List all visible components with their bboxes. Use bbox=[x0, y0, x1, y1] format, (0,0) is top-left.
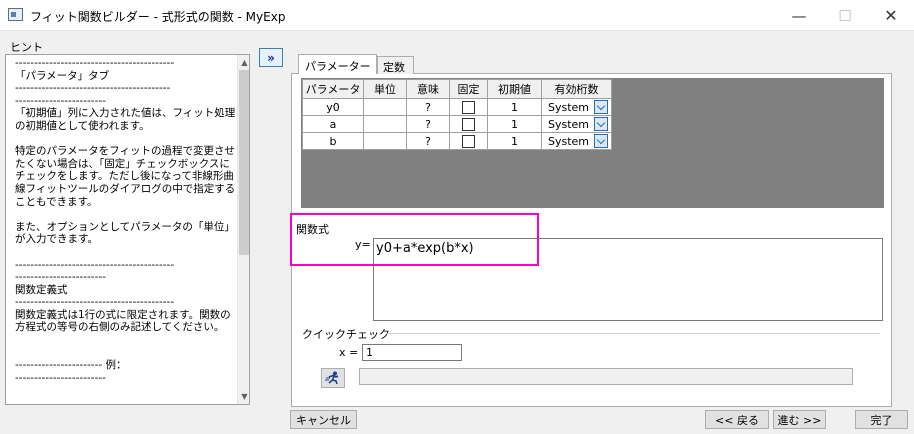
param-sig-cell[interactable]: System bbox=[541, 98, 612, 116]
quick-check-result bbox=[359, 368, 853, 385]
param-table-header: パラメータ 単位 意味 固定 初期値 有効桁数 bbox=[302, 79, 612, 99]
next-button[interactable]: 進む >> bbox=[773, 410, 826, 429]
header-meaning: 意味 bbox=[406, 79, 450, 99]
quick-check-label: クイックチェック bbox=[302, 328, 390, 341]
dropdown-arrow-icon[interactable] bbox=[594, 134, 608, 148]
hint-text: ----------------------------------------… bbox=[15, 57, 236, 384]
sig-value: System bbox=[548, 100, 590, 114]
param-unit-cell[interactable] bbox=[363, 98, 407, 116]
header-sig-digits: 有効桁数 bbox=[541, 79, 612, 99]
param-sig-cell[interactable]: System bbox=[541, 115, 612, 133]
expand-button[interactable]: » bbox=[259, 48, 283, 67]
tab-parameters[interactable]: パラメーター bbox=[298, 54, 377, 74]
param-table: パラメータ 単位 意味 固定 初期値 有効桁数 y0 ? 1 System a … bbox=[302, 79, 612, 150]
param-unit-cell[interactable] bbox=[363, 132, 407, 150]
highlight-annotation bbox=[290, 213, 539, 266]
hint-scrollbar[interactable]: ▲ ▼ bbox=[237, 55, 249, 404]
tab-constants[interactable]: 定数 bbox=[377, 56, 414, 74]
header-initial: 初期値 bbox=[487, 79, 542, 99]
sig-value: System bbox=[548, 117, 590, 131]
x-value-input[interactable]: 1 bbox=[362, 344, 462, 361]
param-meaning-cell[interactable]: ? bbox=[406, 98, 450, 116]
cancel-button[interactable]: キャンセル bbox=[290, 410, 357, 429]
sig-value: System bbox=[548, 134, 590, 148]
param-initial-cell[interactable]: 1 bbox=[487, 115, 542, 133]
param-initial-cell[interactable]: 1 bbox=[487, 98, 542, 116]
header-fixed: 固定 bbox=[449, 79, 488, 99]
param-meaning-cell[interactable]: ? bbox=[406, 132, 450, 150]
param-sig-cell[interactable]: System bbox=[541, 132, 612, 150]
param-name-cell[interactable]: b bbox=[302, 132, 364, 150]
header-unit: 単位 bbox=[363, 79, 407, 99]
runner-icon bbox=[325, 371, 339, 385]
hint-panel: ----------------------------------------… bbox=[5, 54, 250, 405]
finish-button[interactable]: 完了 bbox=[855, 410, 908, 429]
window-title: フィット関数ビルダー - 式形式の関数 - MyExp bbox=[30, 10, 286, 24]
table-row: a ? 1 System bbox=[302, 115, 612, 133]
header-param: パラメータ bbox=[302, 79, 364, 99]
fixed-checkbox[interactable] bbox=[462, 117, 475, 131]
param-name-cell[interactable]: a bbox=[302, 115, 364, 133]
param-fixed-cell bbox=[449, 115, 488, 133]
table-row: b ? 1 System bbox=[302, 132, 612, 150]
scroll-up-icon[interactable]: ▲ bbox=[238, 55, 249, 70]
minimize-button[interactable]: — bbox=[776, 0, 822, 31]
param-unit-cell[interactable] bbox=[363, 115, 407, 133]
title-bar: フィット関数ビルダー - 式形式の関数 - MyExp — ☐ ✕ bbox=[0, 0, 914, 31]
param-fixed-cell bbox=[449, 98, 488, 116]
scroll-down-icon[interactable]: ▼ bbox=[238, 389, 249, 404]
app-icon bbox=[8, 8, 23, 21]
dropdown-arrow-icon[interactable] bbox=[594, 100, 608, 114]
fixed-checkbox[interactable] bbox=[462, 100, 475, 114]
table-row: y0 ? 1 System bbox=[302, 98, 612, 116]
close-button[interactable]: ✕ bbox=[868, 0, 914, 31]
dropdown-arrow-icon[interactable] bbox=[594, 117, 608, 131]
scroll-thumb[interactable] bbox=[239, 70, 249, 255]
fixed-checkbox[interactable] bbox=[462, 134, 475, 148]
run-check-button[interactable] bbox=[321, 368, 345, 388]
quick-check-divider bbox=[386, 333, 880, 334]
back-button[interactable]: << 戻る bbox=[705, 410, 769, 429]
param-name-cell[interactable]: y0 bbox=[302, 98, 364, 116]
param-initial-cell[interactable]: 1 bbox=[487, 132, 542, 150]
param-fixed-cell bbox=[449, 132, 488, 150]
param-meaning-cell[interactable]: ? bbox=[406, 115, 450, 133]
x-label: x = bbox=[339, 346, 359, 359]
maximize-button[interactable]: ☐ bbox=[822, 0, 868, 31]
hint-label: ヒント bbox=[10, 41, 43, 54]
